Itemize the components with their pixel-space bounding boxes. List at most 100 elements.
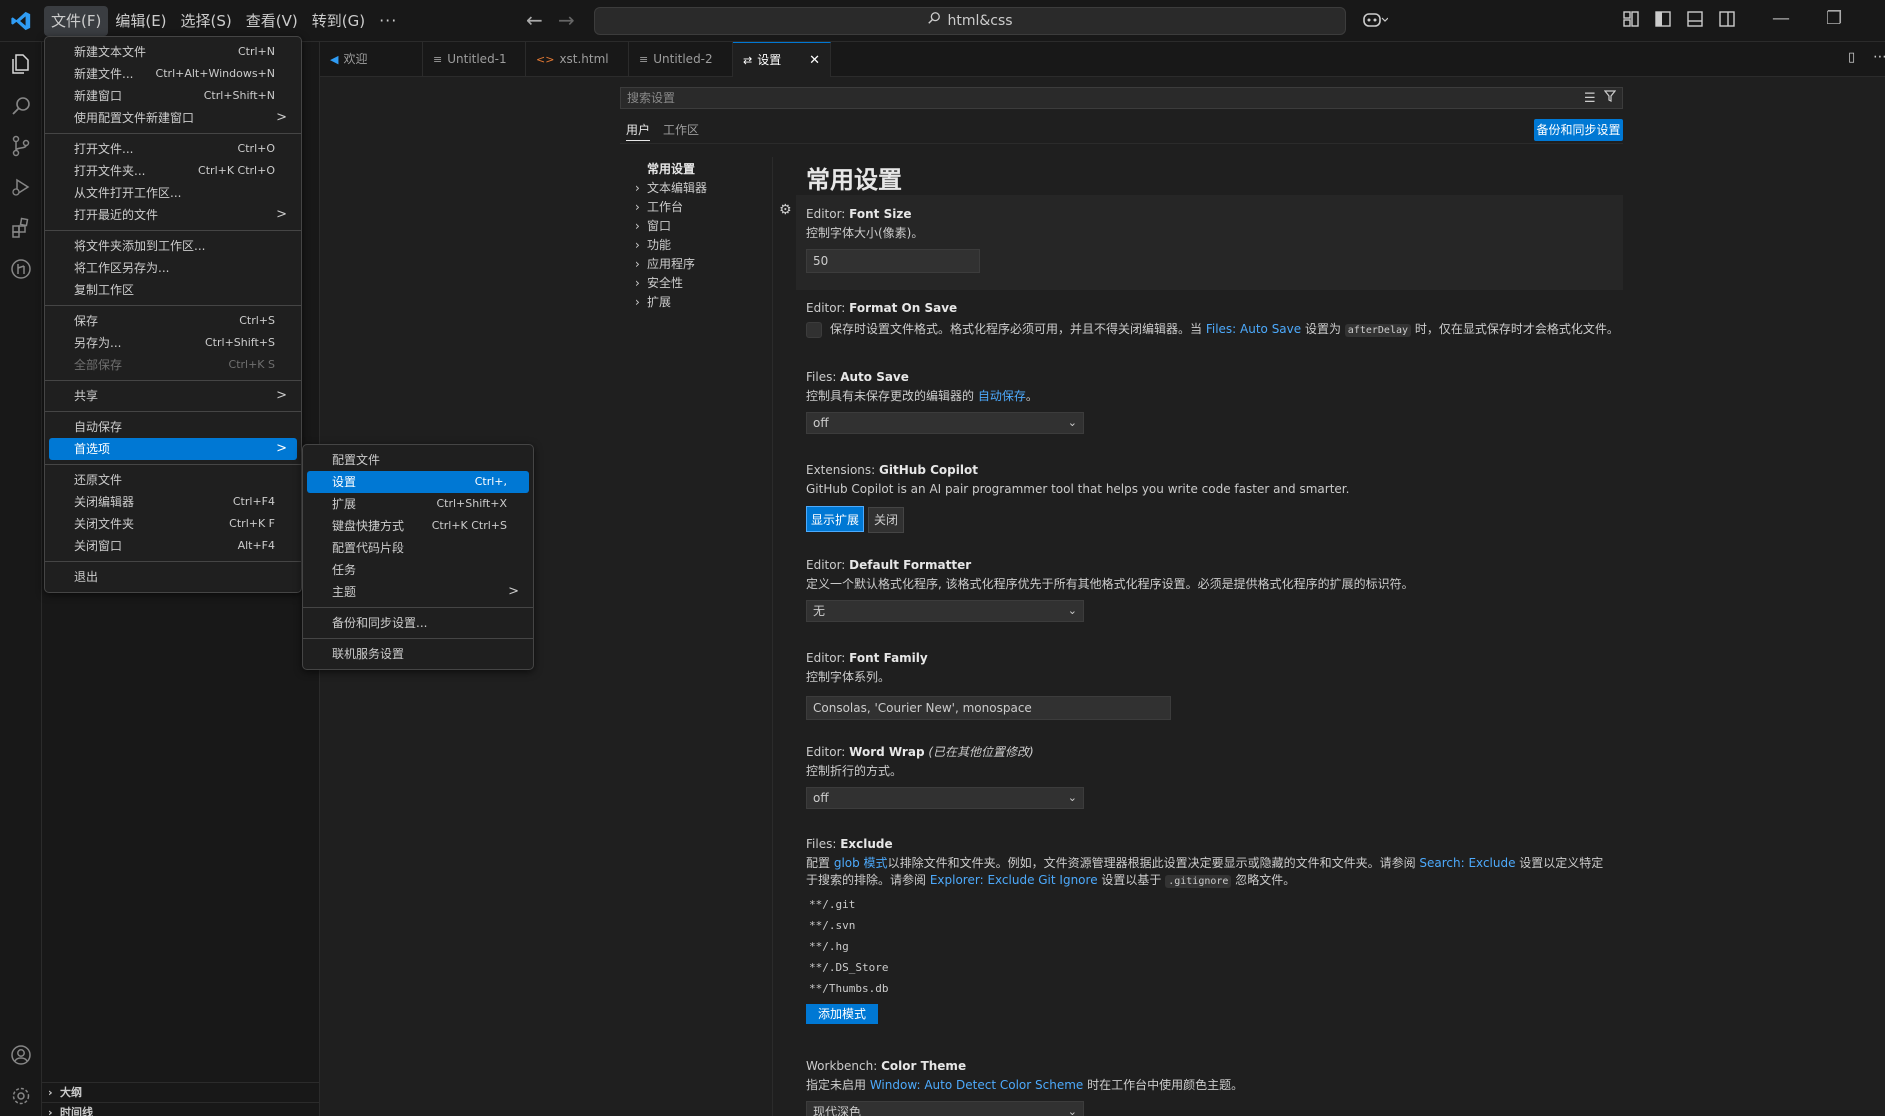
tab-welcome[interactable]: ◀ 欢迎 xyxy=(320,42,423,77)
file-menu-item-0-3[interactable]: 使用配置文件新建窗口 > xyxy=(49,107,297,129)
extensions-icon[interactable] xyxy=(9,216,33,240)
customize-layout-icon[interactable] xyxy=(1622,10,1642,30)
tab-xst-html[interactable]: <> xst.html xyxy=(526,42,629,77)
file-menu-item-0-2[interactable]: 新建窗口 Ctrl+Shift+N xyxy=(49,85,297,107)
filter-icon[interactable] xyxy=(1603,90,1617,106)
file-menu-item-5-1[interactable]: 首选项 > xyxy=(49,438,297,460)
scope-tab-workspace[interactable]: 工作区 xyxy=(663,121,699,141)
list-item[interactable]: **/.git xyxy=(806,894,1623,915)
toc-item-common[interactable]: 常用设置 xyxy=(635,160,695,178)
timeline-section[interactable]: › 时间线 xyxy=(42,1102,320,1116)
link-explorer-exclude-git-ignore[interactable]: Explorer: Exclude Git Ignore xyxy=(930,873,1098,887)
menu-view[interactable]: 查看(V) xyxy=(239,6,305,36)
file-menu-item-1-3[interactable]: 打开最近的文件 > xyxy=(49,204,297,226)
file-menu-item-2-1[interactable]: 将工作区另存为... xyxy=(49,257,297,279)
outline-section[interactable]: › 大纲 xyxy=(42,1082,320,1102)
minimize-icon[interactable]: — xyxy=(1772,8,1790,29)
git-graph-icon[interactable] xyxy=(9,257,33,281)
preferences-menu-item-0-0[interactable]: 配置文件 xyxy=(307,449,529,471)
file-menu-item-6-2[interactable]: 关闭文件夹 Ctrl+K F xyxy=(49,513,297,535)
explorer-icon[interactable] xyxy=(9,52,33,76)
preferences-menu-item-0-3[interactable]: 键盘快捷方式 Ctrl+K Ctrl+S xyxy=(307,515,529,537)
toc-item-extensions[interactable]: › 扩展 xyxy=(635,293,671,311)
file-menu-item-1-2[interactable]: 从文件打开工作区... xyxy=(49,182,297,204)
toggle-secondary-sidebar-icon[interactable] xyxy=(1718,10,1738,30)
default-formatter-select[interactable]: 无 ⌄ xyxy=(806,600,1084,622)
toc-item-security[interactable]: › 安全性 xyxy=(635,274,683,292)
close-icon[interactable]: ✕ xyxy=(809,43,820,78)
backup-sync-button[interactable]: 备份和同步设置 xyxy=(1534,119,1623,141)
list-item[interactable]: **/.DS_Store xyxy=(806,957,1623,978)
account-icon[interactable] xyxy=(9,1043,33,1067)
toc-item-application[interactable]: › 应用程序 xyxy=(635,255,695,273)
link-auto-detect-color-scheme[interactable]: Window: Auto Detect Color Scheme xyxy=(870,1078,1083,1092)
file-menu-item-5-0[interactable]: 自动保存 xyxy=(49,416,297,438)
settings-search-input[interactable] xyxy=(620,87,1623,109)
run-debug-icon[interactable] xyxy=(9,175,33,199)
file-menu-item-7-0[interactable]: 退出 xyxy=(49,566,297,588)
file-menu-item-6-1[interactable]: 关闭编辑器 Ctrl+F4 xyxy=(49,491,297,513)
font-family-input[interactable] xyxy=(806,696,1171,720)
tab-settings[interactable]: ⇄ 设置 ✕ xyxy=(733,42,831,77)
menu-go[interactable]: 转到(G) xyxy=(305,6,372,36)
copilot-icon[interactable] xyxy=(1362,10,1389,30)
filter-list-icon[interactable]: ☰ xyxy=(1584,91,1596,106)
file-menu-item-0-1[interactable]: 新建文件... Ctrl+Alt+Windows+N xyxy=(49,63,297,85)
menu-edit[interactable]: 编辑(E) xyxy=(108,6,173,36)
command-center-search[interactable]: html&css xyxy=(594,7,1346,35)
list-item[interactable]: **/.hg xyxy=(806,936,1623,957)
menu-file[interactable]: 文件(F) xyxy=(44,6,109,36)
preferences-menu-item-0-2[interactable]: 扩展 Ctrl+Shift+X xyxy=(307,493,529,515)
list-item[interactable]: **/.svn xyxy=(806,915,1623,936)
show-extension-button[interactable]: 显示扩展 xyxy=(806,506,865,532)
scope-tab-user[interactable]: 用户 xyxy=(626,121,651,141)
manage-gear-icon[interactable] xyxy=(9,1084,33,1108)
preferences-menu-item-2-0[interactable]: 联机服务设置 xyxy=(307,643,529,665)
toc-item-text-editor[interactable]: › 文本编辑器 xyxy=(635,179,707,197)
file-menu-item-3-1[interactable]: 另存为... Ctrl+Shift+S xyxy=(49,332,297,354)
file-menu-item-2-0[interactable]: 将文件夹添加到工作区... xyxy=(49,235,297,257)
toc-item-window[interactable]: › 窗口 xyxy=(635,217,671,235)
back-arrow-icon[interactable]: ← xyxy=(526,8,543,32)
tab-untitled-1[interactable]: ≡ Untitled-1 xyxy=(423,42,526,77)
word-wrap-select[interactable]: off ⌄ xyxy=(806,787,1084,809)
menu-selection[interactable]: 选择(S) xyxy=(174,6,239,36)
file-menu-item-6-3[interactable]: 关闭窗口 Alt+F4 xyxy=(49,535,297,557)
toc-item-workbench[interactable]: › 工作台 xyxy=(635,198,683,216)
file-menu-item-3-0[interactable]: 保存 Ctrl+S xyxy=(49,310,297,332)
file-menu-item-1-1[interactable]: 打开文件夹... Ctrl+K Ctrl+O xyxy=(49,160,297,182)
close-copilot-button[interactable]: 关闭 xyxy=(868,507,905,533)
source-control-icon[interactable] xyxy=(9,134,33,158)
file-menu-item-1-0[interactable]: 打开文件... Ctrl+O xyxy=(49,138,297,160)
split-editor-icon[interactable]: ▯ xyxy=(1848,50,1855,65)
forward-arrow-icon[interactable]: → xyxy=(558,8,575,32)
preferences-menu-item-0-6[interactable]: 主题 > xyxy=(307,581,529,603)
more-actions-icon[interactable]: ⋯ xyxy=(1873,49,1885,65)
link-auto-save[interactable]: 自动保存 xyxy=(978,389,1026,403)
list-item[interactable]: **/Thumbs.db xyxy=(806,978,1623,999)
menu-more[interactable]: ··· xyxy=(372,6,404,36)
color-theme-select[interactable]: 现代深色 ⌄ xyxy=(806,1101,1084,1116)
toggle-primary-sidebar-icon[interactable] xyxy=(1654,10,1674,30)
add-pattern-button[interactable]: 添加模式 xyxy=(806,1004,879,1024)
file-menu-item-2-2[interactable]: 复制工作区 xyxy=(49,279,297,301)
format-on-save-checkbox[interactable] xyxy=(806,321,822,338)
toggle-panel-icon[interactable] xyxy=(1686,10,1706,30)
auto-save-select[interactable]: off ⌄ xyxy=(806,412,1084,434)
preferences-menu-item-0-5[interactable]: 任务 xyxy=(307,559,529,581)
file-menu-item-4-0[interactable]: 共享 > xyxy=(49,385,297,407)
file-menu-item-0-0[interactable]: 新建文本文件 Ctrl+N xyxy=(49,41,297,63)
file-menu-item-3-2[interactable]: 全部保存 Ctrl+K S xyxy=(49,354,297,376)
gear-icon[interactable]: ⚙ xyxy=(779,203,793,217)
preferences-menu-item-0-4[interactable]: 配置代码片段 xyxy=(307,537,529,559)
link-search-exclude[interactable]: Search: Exclude xyxy=(1419,856,1515,870)
link-glob-pattern[interactable]: glob 模式 xyxy=(834,856,888,870)
file-menu-item-6-0[interactable]: 还原文件 xyxy=(49,469,297,491)
restore-icon[interactable]: ❐ xyxy=(1826,8,1842,29)
modified-elsewhere-note[interactable]: (已在其他位置修改) xyxy=(928,745,1033,759)
font-size-input[interactable] xyxy=(806,249,980,273)
tab-untitled-2[interactable]: ≡ Untitled-2 xyxy=(629,42,733,77)
preferences-menu-item-0-1[interactable]: 设置 Ctrl+, xyxy=(307,471,529,493)
link-files-auto-save[interactable]: Files: Auto Save xyxy=(1206,322,1301,336)
toc-item-features[interactable]: › 功能 xyxy=(635,236,671,254)
